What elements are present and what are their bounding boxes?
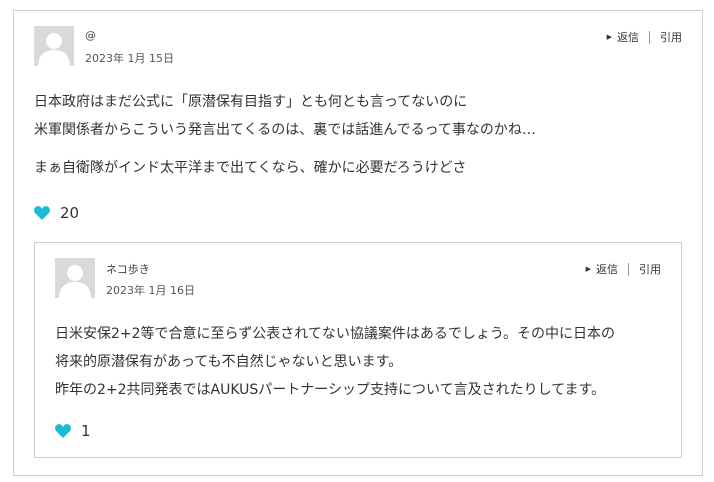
reply-comment-card: ネコ歩き 2023年 1月 16日 ▶ 返信 引用 日米安保2+2等で合意に至ら… <box>34 242 682 458</box>
divider <box>628 262 629 276</box>
comment-date: 2023年 1月 16日 <box>106 284 195 297</box>
comment-author[interactable]: @ <box>85 29 96 42</box>
comment-actions: ▶ 返信 引用 <box>607 29 682 45</box>
quote-button[interactable]: 引用 <box>639 261 661 277</box>
heart-icon <box>55 424 71 438</box>
quote-button[interactable]: 引用 <box>660 29 682 45</box>
like-button[interactable]: 1 <box>55 422 91 440</box>
user-silhouette-icon <box>34 26 74 66</box>
like-count: 1 <box>81 422 91 440</box>
avatar[interactable] <box>55 258 95 298</box>
comment-line: 将来的原潜保有があっても不自然じゃないと思います。 <box>55 354 403 370</box>
like-count: 20 <box>60 204 80 222</box>
like-button[interactable]: 20 <box>34 204 79 222</box>
comment-date: 2023年 1月 15日 <box>85 52 174 65</box>
comment-line: 日米安保2+2等で合意に至らず公表されてない協議案件はあるでしょう。その中に日本… <box>55 326 616 342</box>
comment-body: 日本政府はまだ公式に「原潜保有目指す」とも何とも言ってないのに 米軍関係者からこ… <box>34 88 536 182</box>
divider <box>649 30 650 44</box>
reply-button[interactable]: 返信 <box>596 261 618 277</box>
caret-right-icon: ▶ <box>606 33 612 41</box>
comment-line: まぁ自衛隊がインド太平洋まで出てくなら、確かに必要だろうけどさ <box>34 160 467 176</box>
comment-line: 昨年の2+2共同発表ではAUKUSパートナーシップ支持について言及されたりしてま… <box>55 382 606 398</box>
comment-line: 米軍関係者からこういう発言出てくるのは、裏では話進んでるって事なのかね… <box>34 122 536 138</box>
caret-right-icon: ▶ <box>585 265 591 273</box>
comment-actions: ▶ 返信 引用 <box>586 261 661 277</box>
comment-line: 日本政府はまだ公式に「原潜保有目指す」とも何とも言ってないのに <box>34 94 468 110</box>
user-silhouette-icon <box>55 258 95 298</box>
reply-button[interactable]: 返信 <box>617 29 639 45</box>
comment-author[interactable]: ネコ歩き <box>106 261 150 277</box>
avatar[interactable] <box>34 26 74 66</box>
comment-body: 日米安保2+2等で合意に至らず公表されてない協議案件はあるでしょう。その中に日本… <box>55 320 615 404</box>
heart-icon <box>34 206 50 220</box>
